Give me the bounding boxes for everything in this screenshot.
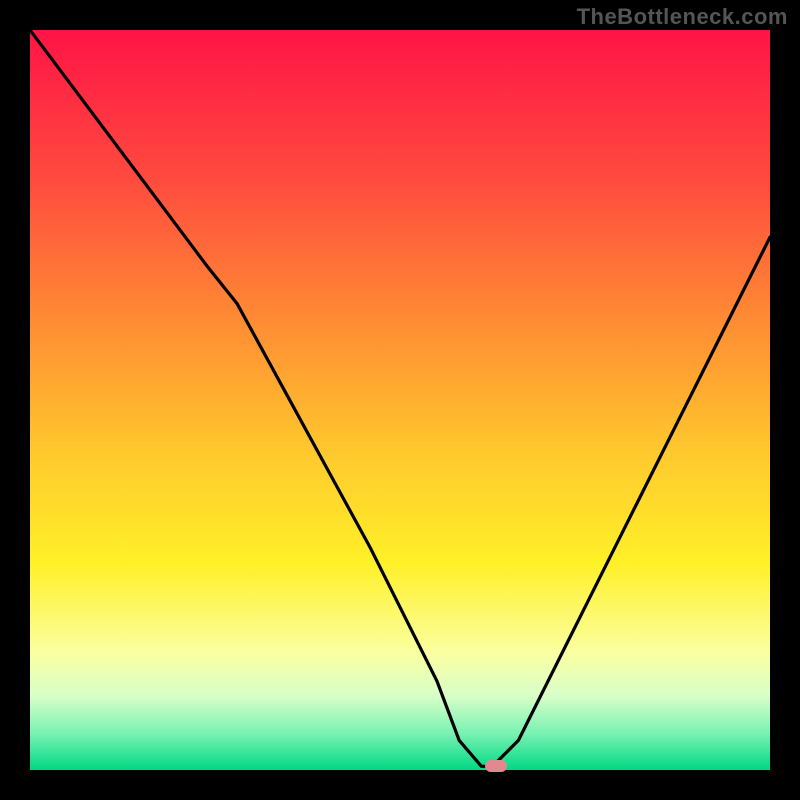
watermark-text: TheBottleneck.com [577,4,788,30]
chart-frame: TheBottleneck.com [0,0,800,800]
plot-area [30,30,770,770]
bottleneck-curve [30,30,770,770]
optimal-marker [485,760,507,772]
